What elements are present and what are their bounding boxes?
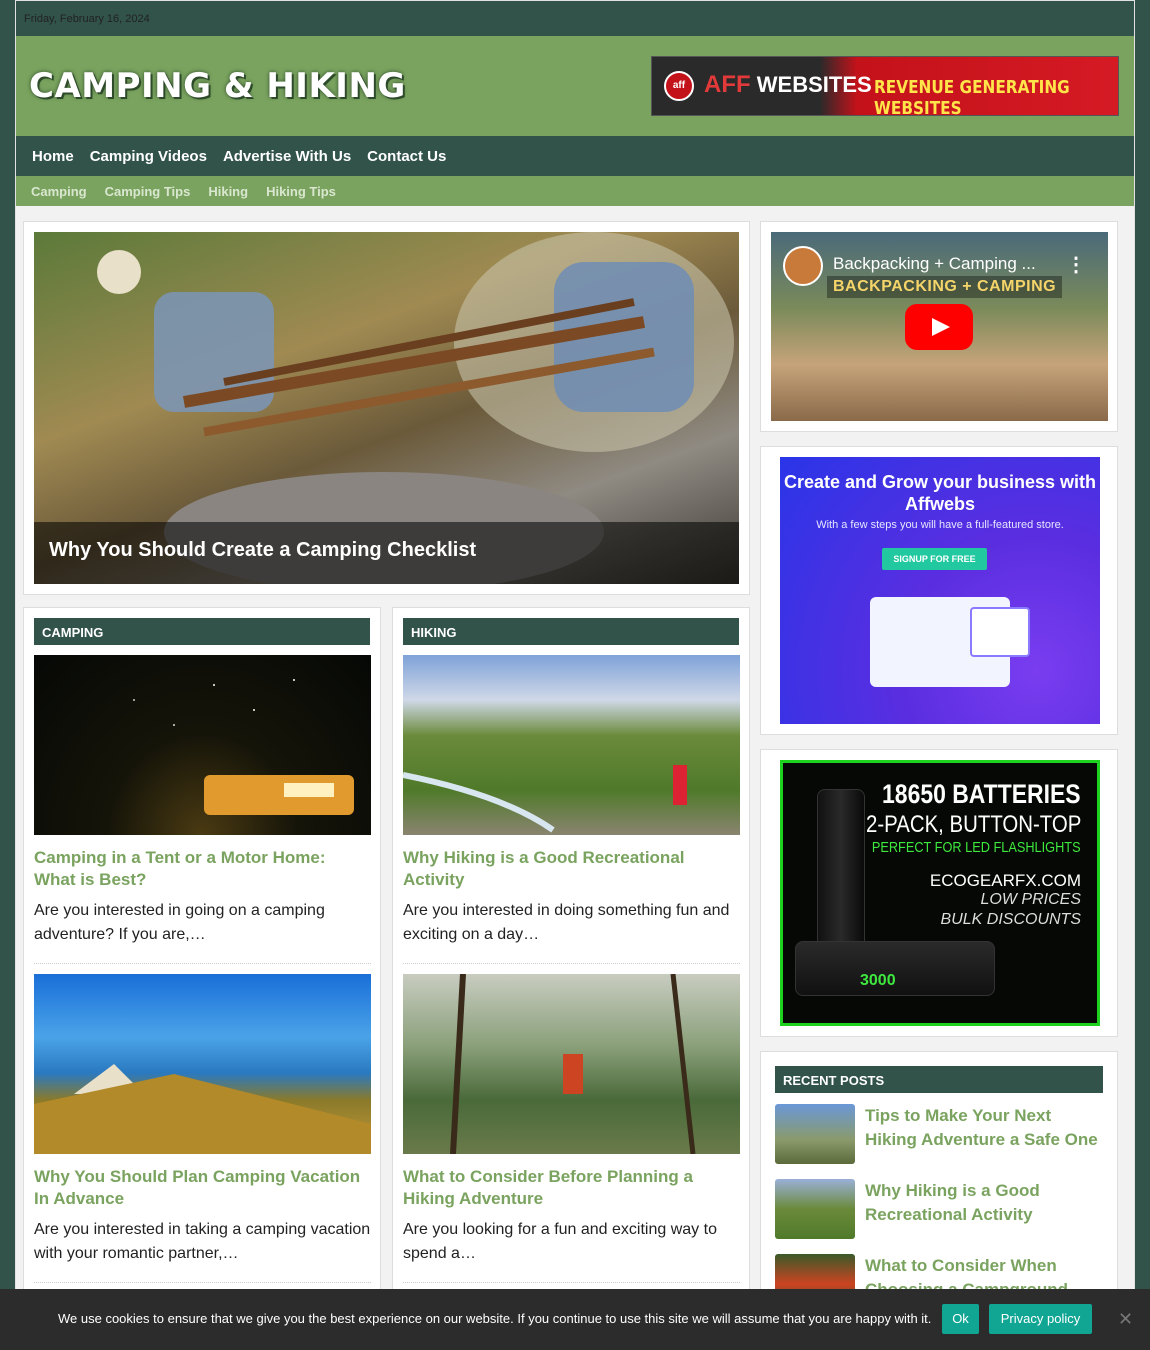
post-image[interactable] <box>34 974 371 1154</box>
post-excerpt: Are you interested in doing something fu… <box>403 902 730 943</box>
ad-headline: Create and Grow your business with Affwe… <box>783 472 1097 514</box>
category-nav: Camping Camping Tips Hiking Hiking Tips <box>16 176 1134 206</box>
youtube-embed[interactable]: Backpacking + Camping ... BACKPACKING + … <box>771 232 1108 421</box>
camping-header[interactable]: CAMPING <box>34 618 370 645</box>
recent-title[interactable]: Tips to Make Your Next Hiking Adventure … <box>865 1104 1105 1152</box>
ad-line-6: BULK DISCOUNTS <box>940 911 1081 928</box>
featured-title[interactable]: Why You Should Create a Camping Checklis… <box>34 522 739 584</box>
ad-line-2: 2-PACK, BUTTON-TOP <box>865 811 1081 838</box>
recent-title[interactable]: Why Hiking is a Good Recreational Activi… <box>865 1179 1105 1227</box>
recent-posts-header: RECENT POSTS <box>775 1066 1103 1093</box>
page: Friday, February 16, 2024 CAMPING & HIKI… <box>15 0 1135 1350</box>
hiking-header[interactable]: HIKING <box>403 618 739 645</box>
ad-brand-a: AFF <box>704 71 751 98</box>
close-icon[interactable]: ✕ <box>1118 1309 1133 1330</box>
post-image[interactable] <box>34 655 371 835</box>
cookie-text: We use cookies to ensure that we give yo… <box>58 1311 932 1326</box>
ad-line-1: 18650 BATTERIES <box>882 779 1081 809</box>
current-date: Friday, February 16, 2024 <box>24 13 150 25</box>
post-title[interactable]: Camping in a Tent or a Motor Home: What … <box>34 847 371 891</box>
site-header: CAMPING & HIKING aff AFF WEBSITES REVENU… <box>16 36 1134 136</box>
video-badge: BACKPACKING + CAMPING <box>827 276 1063 298</box>
privacy-policy-button[interactable]: Privacy policy <box>989 1304 1092 1334</box>
ad-subtext: With a few steps you will have a full-fe… <box>816 519 1064 531</box>
subnav-camping-tips[interactable]: Camping Tips <box>105 184 191 199</box>
site-logo[interactable]: CAMPING & HIKING <box>29 66 406 106</box>
top-bar: Friday, February 16, 2024 <box>16 1 1134 36</box>
nav-camping-videos[interactable]: Camping Videos <box>90 148 207 165</box>
divider <box>34 1282 371 1283</box>
post-title[interactable]: What to Consider Before Planning a Hikin… <box>403 1166 740 1210</box>
subnav-hiking[interactable]: Hiking <box>208 184 248 199</box>
post-excerpt: Are you interested in taking a camping v… <box>34 1221 371 1262</box>
main-nav: Home Camping Videos Advertise With Us Co… <box>16 136 1134 176</box>
subnav-camping[interactable]: Camping <box>31 184 87 199</box>
divider <box>403 1282 740 1283</box>
ad-widget-affwebs: Create and Grow your business with Affwe… <box>760 446 1118 735</box>
post-camping-1: Camping in a Tent or a Motor Home: What … <box>34 655 371 964</box>
nav-advertise[interactable]: Advertise With Us <box>223 148 351 165</box>
hiking-section: HIKING Why Hiking is a Good Recreational… <box>392 607 750 1350</box>
divider <box>403 963 740 964</box>
battery-image-2: 3000 <box>795 941 995 996</box>
divider <box>34 963 371 964</box>
ad-line-4: ECOGEARFX.COM <box>929 871 1081 890</box>
post-hiking-2: What to Consider Before Planning a Hikin… <box>403 974 740 1283</box>
post-title[interactable]: Why Hiking is a Good Recreational Activi… <box>403 847 740 891</box>
cookie-banner: We use cookies to ensure that we give yo… <box>0 1289 1150 1350</box>
post-title[interactable]: Why You Should Plan Camping Vacation In … <box>34 1166 371 1210</box>
recent-post-2: Why Hiking is a Good Recreational Activi… <box>775 1179 1105 1241</box>
nav-home[interactable]: Home <box>32 148 74 165</box>
cookie-ok-button[interactable]: Ok <box>942 1304 979 1334</box>
post-excerpt: Are you interested in going on a camping… <box>34 902 325 943</box>
ad-tagline: REVENUE GENERATING WEBSITES <box>874 77 1070 116</box>
recent-post-1: Tips to Make Your Next Hiking Adventure … <box>775 1104 1105 1166</box>
post-excerpt: Are you looking for a fun and exciting w… <box>403 1221 717 1262</box>
night-camper-photo <box>133 679 354 815</box>
header-banner-ad[interactable]: aff AFF WEBSITES REVENUE GENERATING WEBS… <box>651 56 1119 116</box>
ad-line-5: LOW PRICES <box>980 891 1081 908</box>
featured-image[interactable]: Why You Should Create a Camping Checklis… <box>34 232 739 584</box>
camping-section: CAMPING Camping in a Tent or a Motor Hom… <box>23 607 381 1350</box>
video-widget: Backpacking + Camping ... BACKPACKING + … <box>760 221 1118 432</box>
featured-post: Why You Should Create a Camping Checklis… <box>23 221 750 595</box>
chart-illustration <box>970 607 1030 657</box>
post-image[interactable] <box>403 655 740 835</box>
video-title[interactable]: Backpacking + Camping ... <box>833 254 1036 274</box>
post-camping-2: Why You Should Plan Camping Vacation In … <box>34 974 371 1283</box>
battery-ad[interactable]: 3000 18650 BATTERIES 2-PACK, BUTTON-TOP … <box>780 760 1100 1026</box>
nav-contact[interactable]: Contact Us <box>367 148 446 165</box>
post-hiking-1: Why Hiking is a Good Recreational Activi… <box>403 655 740 964</box>
post-image[interactable] <box>403 974 740 1154</box>
channel-avatar[interactable] <box>783 246 823 286</box>
battery-label: 3000 <box>860 972 896 989</box>
signup-button[interactable]: SIGNUP FOR FREE <box>882 548 987 570</box>
valley-hiker-photo <box>403 765 687 833</box>
coast-tent-photo <box>34 1064 371 1154</box>
forest-hiker-photo <box>450 974 696 1154</box>
ad-brand: AFF WEBSITES <box>704 71 872 99</box>
play-button-icon[interactable] <box>905 304 973 350</box>
ad-widget-batteries: 3000 18650 BATTERIES 2-PACK, BUTTON-TOP … <box>760 749 1118 1037</box>
more-options-icon[interactable]: ⋮ <box>1066 252 1086 277</box>
aff-logo-icon: aff <box>664 71 694 101</box>
ad-line-3: PERFECT FOR LED FLASHLIGHTS <box>872 839 1081 856</box>
recent-thumb[interactable] <box>775 1179 855 1239</box>
affwebs-ad[interactable]: Create and Grow your business with Affwe… <box>780 457 1100 724</box>
recent-thumb[interactable] <box>775 1104 855 1164</box>
subnav-hiking-tips[interactable]: Hiking Tips <box>266 184 336 199</box>
ad-brand-b: WEBSITES <box>756 72 872 97</box>
